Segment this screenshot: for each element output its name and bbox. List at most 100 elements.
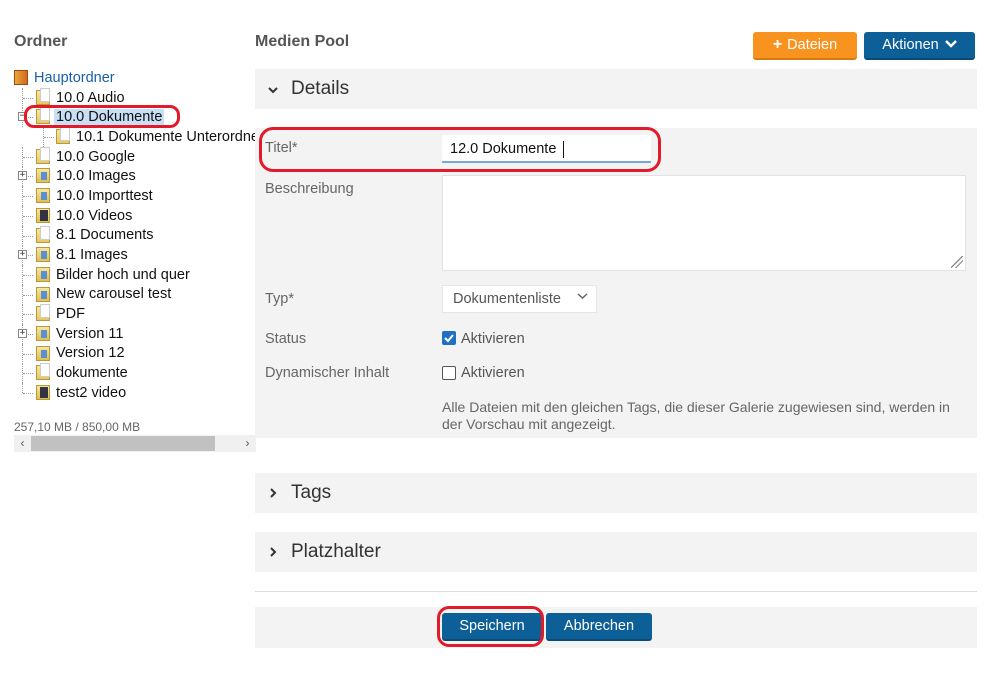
chevron-down-icon — [255, 82, 291, 97]
document-folder-icon — [56, 127, 70, 145]
tree-connector — [23, 314, 33, 316]
tree-item-label: 8.1 Documents — [56, 227, 154, 244]
chevron-down-icon — [944, 37, 957, 53]
tree-item-label: 10.0 Images — [56, 168, 136, 185]
chevron-down-icon — [577, 291, 588, 303]
document-folder-icon — [36, 363, 50, 381]
tree-connector — [22, 304, 23, 325]
dynamic-content-label: Dynamischer Inhalt — [265, 365, 390, 381]
tree-connector — [22, 383, 23, 393]
tree-item[interactable]: test2 video — [14, 383, 256, 403]
scrollbar-thumb[interactable] — [31, 436, 215, 451]
tree-item-label: 10.0 Importtest — [56, 187, 153, 204]
tree-item-label: 10.1 Dokumente Unterordner — [76, 128, 256, 145]
tree-connector — [23, 353, 33, 355]
chevron-right-icon — [255, 486, 291, 501]
expand-icon[interactable]: + — [18, 250, 27, 260]
tree-item[interactable]: 10.0 Google — [14, 146, 256, 167]
tree-connector — [22, 343, 23, 364]
tree-item[interactable]: + Version 11 — [14, 323, 256, 344]
folder-panel: Ordner Hauptordner 10.0 Audio −10.0 Dokume… — [14, 0, 256, 675]
tree-item-label: 10.0 Google — [56, 148, 136, 165]
tree-item-label: dokumente — [56, 365, 128, 382]
tree-item-label: Version 12 — [56, 345, 125, 362]
type-label: Typ* — [265, 291, 295, 307]
tree-item[interactable]: Hauptordner — [14, 68, 256, 88]
plus-icon: + — [772, 36, 783, 53]
image-folder-icon — [36, 168, 50, 184]
add-files-button[interactable]: + Dateien — [753, 32, 857, 60]
tree-connector — [23, 196, 33, 198]
dynamic-content-checkbox-label[interactable]: Aktivieren — [461, 365, 525, 381]
details-heading: Details — [291, 78, 350, 99]
type-select[interactable]: Dokumentenliste — [442, 285, 597, 313]
tree-connector — [23, 97, 33, 99]
status-checkbox[interactable] — [442, 331, 456, 345]
tree-connector — [23, 274, 33, 276]
tree-item-label: Version 11 — [56, 325, 124, 342]
tree-connector — [44, 137, 54, 139]
details-section-header[interactable]: Details — [255, 69, 977, 109]
description-textarea[interactable] — [442, 175, 966, 271]
tree-connector — [23, 156, 33, 158]
image-folder-icon — [36, 247, 50, 263]
tree-item[interactable]: +10.0 Images — [14, 166, 256, 187]
tree-item-label: Bilder hoch und quer — [56, 266, 190, 283]
tree-item-label: 10.0 Videos — [56, 207, 133, 224]
tree-item[interactable]: 10.0 Importtest — [14, 186, 256, 207]
resize-handle-icon[interactable] — [951, 256, 963, 268]
storage-quota: 257,10 MB / 850,00 MB — [14, 420, 141, 434]
tree-connector — [22, 363, 23, 384]
tree-item[interactable]: Bilder hoch und quer — [14, 264, 256, 285]
tree-item[interactable]: 8.1 Documents — [14, 225, 256, 246]
tree-item[interactable]: New carousel test — [14, 284, 256, 305]
placeholder-heading: Platzhalter — [291, 541, 381, 562]
tree-connector — [23, 235, 33, 237]
document-folder-icon — [36, 304, 50, 322]
tree-connector — [23, 215, 33, 217]
tags-heading: Tags — [291, 482, 332, 503]
cancel-button[interactable]: Abbrechen — [546, 613, 652, 641]
tree-connector — [22, 87, 23, 108]
document-folder-icon — [36, 146, 50, 164]
video-folder-icon — [36, 207, 50, 223]
tree-item[interactable]: Version 12 — [14, 343, 256, 364]
tree-item[interactable]: +8.1 Images — [14, 245, 256, 266]
folder-panel-title: Ordner — [14, 33, 68, 50]
tree-connector — [22, 186, 23, 207]
tree-item-label: New carousel test — [56, 286, 172, 303]
expand-icon[interactable]: + — [18, 171, 27, 181]
video-folder-icon — [36, 385, 50, 400]
status-checkbox-label[interactable]: Aktivieren — [461, 331, 525, 347]
status-label: Status — [265, 331, 307, 347]
dynamic-content-checkbox[interactable] — [442, 366, 456, 380]
placeholder-section-header[interactable]: Platzhalter — [255, 532, 977, 572]
tree-connector — [43, 127, 44, 148]
tree-connector — [22, 146, 23, 167]
tree-connector — [23, 294, 33, 296]
tree-item[interactable]: 10.1 Dokumente Unterordner — [14, 127, 256, 148]
image-folder-icon — [36, 286, 50, 302]
checkmark-icon — [444, 334, 454, 343]
tree-connector — [23, 393, 33, 394]
tree-item[interactable]: PDF — [14, 304, 256, 325]
scroll-right-icon[interactable]: › — [239, 435, 256, 452]
tree-item[interactable]: dokumente — [14, 363, 256, 384]
expand-icon[interactable]: + — [18, 328, 27, 338]
actions-dropdown-button[interactable]: Aktionen — [864, 32, 975, 60]
tags-section-header[interactable]: Tags — [255, 473, 977, 513]
image-folder-icon — [36, 345, 50, 361]
scroll-left-icon[interactable]: ‹ — [14, 435, 31, 452]
title-field-highlight — [259, 127, 661, 172]
tree-item[interactable]: 10.0 Videos — [14, 205, 256, 226]
description-label: Beschreibung — [265, 181, 354, 197]
chevron-right-icon — [255, 545, 291, 560]
tree-item-label: test2 video — [56, 384, 127, 401]
tree-item-label: 8.1 Images — [56, 247, 128, 264]
save-button-highlight — [437, 606, 544, 647]
image-folder-icon — [36, 188, 50, 204]
tree-connector — [22, 225, 23, 246]
tree-horizontal-scrollbar[interactable]: ‹ › — [14, 435, 256, 452]
tree-connector — [22, 284, 23, 305]
page-title: Medien Pool — [255, 33, 350, 50]
